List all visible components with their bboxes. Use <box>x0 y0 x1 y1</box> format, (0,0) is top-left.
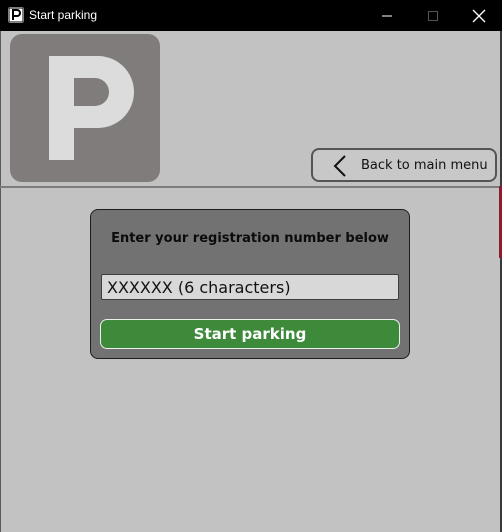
parking-p-icon <box>49 56 134 160</box>
minimize-button[interactable] <box>364 0 410 31</box>
title-bar: Start parking <box>0 0 502 31</box>
close-icon <box>472 9 486 22</box>
maximize-icon <box>428 10 438 21</box>
minimize-icon <box>382 15 392 16</box>
chevron-left-icon <box>333 155 346 177</box>
registration-number-input[interactable] <box>101 274 399 300</box>
parking-logo <box>10 34 160 182</box>
registration-card: Enter your registration number below Sta… <box>90 209 410 359</box>
back-to-main-menu-button[interactable]: Back to main menu <box>311 148 497 182</box>
window-title: Start parking <box>29 8 98 22</box>
close-button[interactable] <box>456 0 502 31</box>
start-parking-button[interactable]: Start parking <box>100 319 400 349</box>
window-border-left <box>0 31 1 532</box>
maximize-button[interactable] <box>410 0 456 31</box>
registration-heading: Enter your registration number below <box>111 231 389 246</box>
back-button-label: Back to main menu <box>361 158 488 173</box>
parking-app-icon <box>8 7 24 23</box>
header-divider <box>0 186 499 188</box>
